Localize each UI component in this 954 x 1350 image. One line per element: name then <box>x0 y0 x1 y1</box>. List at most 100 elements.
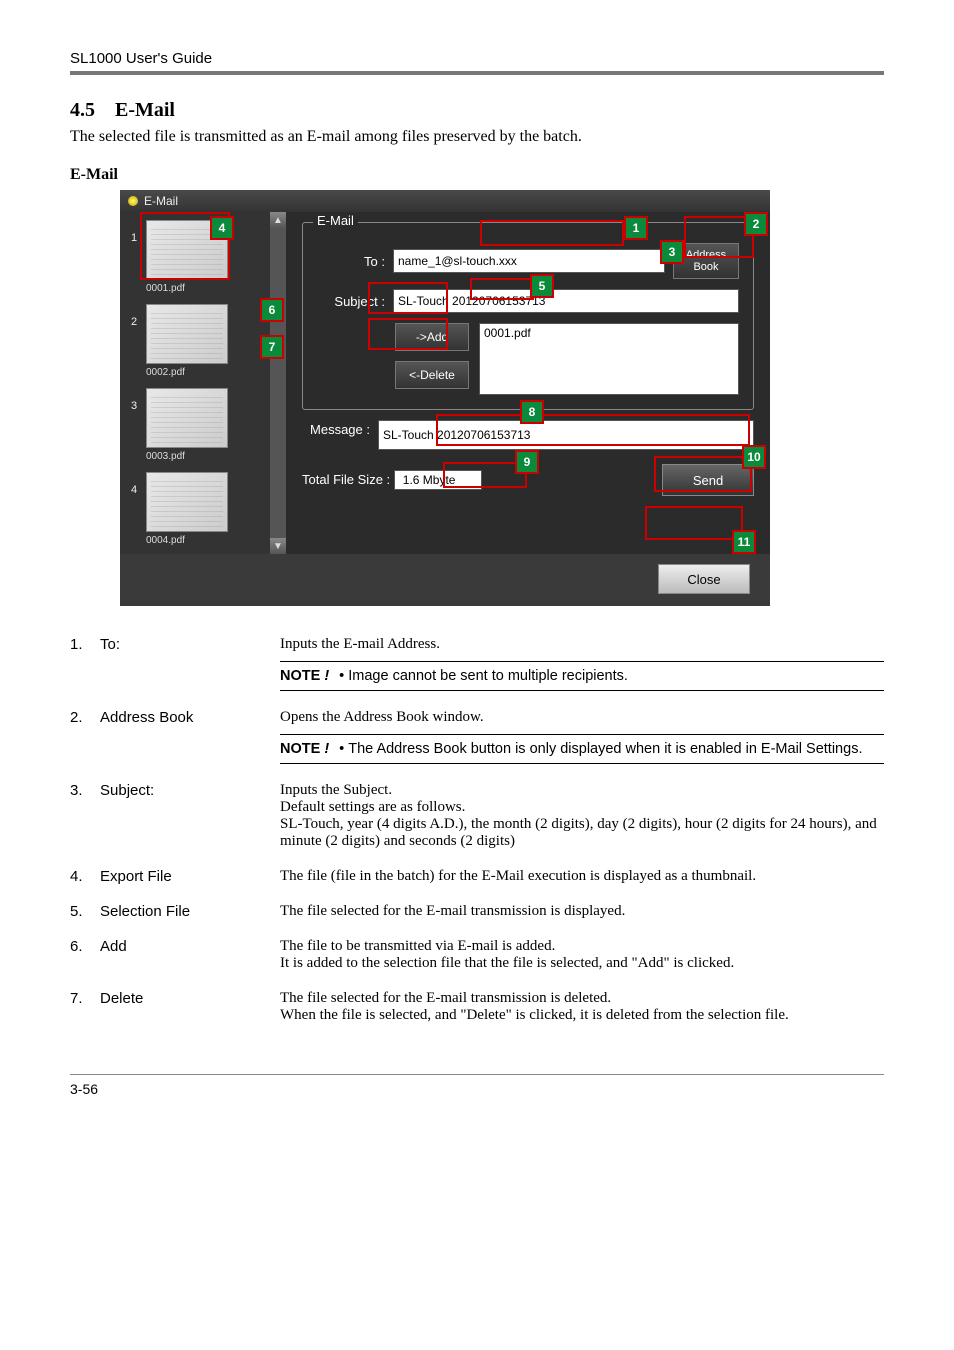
definition-term: Selection File <box>100 903 280 920</box>
definition-row: 6. Add The file to be transmitted via E-… <box>70 938 884 972</box>
definition-line: SL-Touch, year (4 digits A.D.), the mont… <box>280 816 884 850</box>
definition-term: Delete <box>100 990 280 1007</box>
section-subhead: E-Mail <box>70 166 884 184</box>
definition-term: To: <box>100 636 280 653</box>
callout-2: 2 <box>744 212 768 236</box>
scroll-down-icon[interactable]: ▼ <box>270 538 286 554</box>
note-box: NOTE ! •The Address Book button is only … <box>280 734 884 764</box>
section-number: 4.5 <box>70 99 95 121</box>
note-box: NOTE ! •Image cannot be sent to multiple… <box>280 661 884 691</box>
callout-9: 9 <box>515 450 539 474</box>
selection-file-item[interactable]: 0001.pdf <box>484 326 531 340</box>
bottom-bar: Close <box>120 554 770 606</box>
selection-file-list[interactable]: 0001.pdf <box>479 323 739 395</box>
definition-number: 4. <box>70 868 100 885</box>
definition-line: The file selected for the E-mail transmi… <box>280 903 884 920</box>
window-titlebar: E-Mail <box>120 190 770 212</box>
callout-1: 1 <box>624 216 648 240</box>
definition-number: 3. <box>70 782 100 799</box>
definition-desc: The file selected for the E-mail transmi… <box>280 903 884 920</box>
callout-ring-close <box>645 506 743 540</box>
thumb-image[interactable] <box>146 388 228 448</box>
thumb-label: 0002.pdf <box>146 367 185 378</box>
callout-10: 10 <box>742 445 766 469</box>
note-text: •The Address Book button is only display… <box>339 741 862 757</box>
definition-line: The file selected for the E-mail transmi… <box>280 990 884 1007</box>
email-legend: E-Mail <box>313 213 358 228</box>
section-title: E-Mail <box>115 99 175 121</box>
callout-6: 6 <box>260 298 284 322</box>
definition-term: Export File <box>100 868 280 885</box>
note-text: •Image cannot be sent to multiple recipi… <box>339 668 628 684</box>
label-total-file-size: Total File Size : <box>302 472 390 487</box>
to-input[interactable] <box>393 249 665 273</box>
definition-row: 7. Delete The file selected for the E-ma… <box>70 990 884 1024</box>
callout-7: 7 <box>260 335 284 359</box>
definition-row: 3. Subject: Inputs the Subject. Default … <box>70 782 884 850</box>
definition-desc: The file to be transmitted via E-mail is… <box>280 938 884 972</box>
callout-5: 5 <box>530 274 554 298</box>
section-heading: 4.5 E-Mail <box>70 99 884 122</box>
page-number: 3-56 <box>70 1081 98 1097</box>
header-product: SL1000 User's Guide <box>70 50 884 67</box>
definition-row: 4. Export File The file (file in the bat… <box>70 868 884 885</box>
delete-button[interactable]: <-Delete <box>395 361 469 389</box>
thumb-item[interactable]: 3 0003.pdf <box>128 388 278 448</box>
label-to: To : <box>317 254 385 269</box>
definition-number: 5. <box>70 903 100 920</box>
label-message: Message : <box>302 420 370 437</box>
thumb-index: 3 <box>128 388 140 412</box>
thumb-label: 0001.pdf <box>146 283 185 294</box>
callout-8: 8 <box>520 400 544 424</box>
callout-ring-send <box>654 456 752 492</box>
note-label: NOTE ! <box>280 668 329 684</box>
note-label: NOTE ! <box>280 741 329 757</box>
definition-desc: Inputs the Subject. Default settings are… <box>280 782 884 850</box>
definition-line: It is added to the selection file that t… <box>280 955 884 972</box>
definition-term: Address Book <box>100 709 280 726</box>
email-form-panel: E-Mail To : Address Book Subject : ->Add <box>286 212 770 554</box>
definition-number: 6. <box>70 938 100 955</box>
callout-ring-message <box>436 414 750 446</box>
definition-line: When the file is selected, and "Delete" … <box>280 1007 884 1024</box>
definition-line: Inputs the Subject. <box>280 782 884 799</box>
callout-11: 11 <box>732 530 756 554</box>
thumb-label: 0004.pdf <box>146 535 185 546</box>
email-screenshot: E-Mail ▲ ▼ 1 0001.pdf 2 0002.pdf <box>120 190 770 606</box>
definition-line: Inputs the E-mail Address. <box>280 636 884 653</box>
definition-row: 1. To: Inputs the E-mail Address. NOTE !… <box>70 636 884 691</box>
definition-line: Opens the Address Book window. <box>280 709 884 726</box>
definition-row: 5. Selection File The file selected for … <box>70 903 884 920</box>
definition-desc: The file selected for the E-mail transmi… <box>280 990 884 1024</box>
definition-number: 1. <box>70 636 100 653</box>
thumb-item[interactable]: 2 0002.pdf <box>128 304 278 364</box>
definition-row: 2. Address Book Opens the Address Book w… <box>70 709 884 764</box>
close-button[interactable]: Close <box>658 564 750 594</box>
thumb-label: 0003.pdf <box>146 451 185 462</box>
thumb-index: 4 <box>128 472 140 496</box>
definition-term: Add <box>100 938 280 955</box>
definition-desc: Opens the Address Book window. NOTE ! •T… <box>280 709 884 764</box>
callout-3: 3 <box>660 240 684 264</box>
thumb-image[interactable] <box>146 472 228 532</box>
window-title: E-Mail <box>144 194 178 208</box>
callout-ring-add <box>368 282 448 314</box>
header-rule <box>70 71 884 75</box>
thumb-index: 2 <box>128 304 140 328</box>
callout-ring-selfile <box>470 278 534 300</box>
definition-line: Default settings are as follows. <box>280 799 884 816</box>
thumb-index: 1 <box>128 220 140 244</box>
definition-term: Subject: <box>100 782 280 799</box>
thumb-item[interactable]: 4 0004.pdf <box>128 472 278 532</box>
page-footer: 3-56 <box>70 1074 884 1097</box>
section-intro: The selected file is transmitted as an E… <box>70 128 884 146</box>
definition-desc: Inputs the E-mail Address. NOTE ! •Image… <box>280 636 884 691</box>
callout-4: 4 <box>210 216 234 240</box>
thumb-image[interactable] <box>146 304 228 364</box>
callout-ring-to <box>480 220 624 246</box>
definition-line: The file to be transmitted via E-mail is… <box>280 938 884 955</box>
callout-ring-delete <box>368 318 448 350</box>
definition-number: 7. <box>70 990 100 1007</box>
definition-desc: The file (file in the batch) for the E-M… <box>280 868 884 885</box>
definitions-list: 1. To: Inputs the E-mail Address. NOTE !… <box>70 636 884 1024</box>
